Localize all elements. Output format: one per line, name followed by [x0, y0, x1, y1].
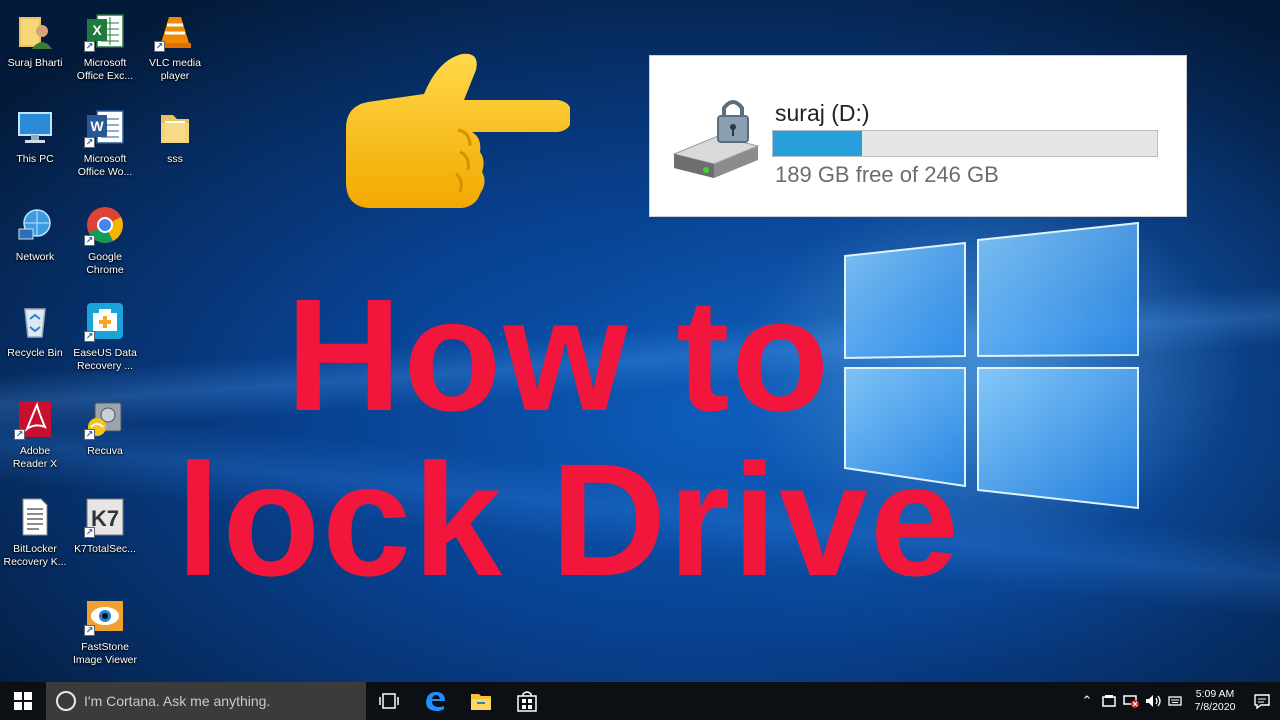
desktop-icon-easeus[interactable]: ↗ EaseUS Data Recovery ... — [69, 298, 141, 388]
chrome-icon: ↗ — [82, 202, 128, 248]
shortcut-arrow-icon: ↗ — [84, 625, 95, 636]
desktop-icon-excel[interactable]: X ↗ Microsoft Office Exc... — [69, 8, 141, 98]
desktop-icon-this-pc[interactable]: This PC — [0, 104, 71, 194]
desktop-icon-label: EaseUS Data Recovery ... — [73, 347, 137, 372]
desktop-icon-label: Adobe Reader X — [12, 445, 58, 470]
folder-icon — [152, 104, 198, 150]
tray-app-icon — [1102, 695, 1116, 707]
drive-info-panel[interactable]: suraj (D:) 189 GB free of 246 GB — [649, 55, 1187, 217]
svg-text:W: W — [90, 118, 104, 134]
pointing-hand-icon — [346, 53, 570, 208]
easeus-icon: ↗ — [82, 298, 128, 344]
desktop-icon-label: K7TotalSec... — [74, 543, 136, 555]
vlc-icon: ↗ — [152, 8, 198, 54]
shortcut-arrow-icon: ↗ — [84, 429, 95, 440]
desktop-icon-label: Microsoft Office Wo... — [77, 153, 133, 178]
desktop-icon-faststone[interactable]: ↗ FastStone Image Viewer — [69, 592, 141, 682]
windows-start-icon — [14, 692, 32, 710]
desktop-icon-chrome[interactable]: ↗ Google Chrome — [69, 202, 141, 292]
drive-free-space: 189 GB free of 246 GB — [775, 162, 999, 187]
store-icon — [517, 691, 537, 712]
shortcut-arrow-icon: ↗ — [84, 527, 95, 538]
shortcut-arrow-icon: ↗ — [14, 429, 25, 440]
desktop-icon-adobe-reader[interactable]: ↗ Adobe Reader X — [0, 396, 71, 486]
shortcut-arrow-icon: ↗ — [154, 41, 165, 52]
desktop-icon-label: Google Chrome — [86, 251, 124, 276]
desktop-icon-label: Microsoft Office Exc... — [76, 57, 134, 82]
language-button[interactable] — [1164, 682, 1186, 720]
action-center-button[interactable] — [1244, 682, 1280, 720]
task-view-button[interactable] — [366, 682, 412, 720]
desktop-icon-label: Recuva — [87, 445, 123, 457]
keyboard-icon — [1168, 696, 1182, 706]
desktop-icon-label: Recycle Bin — [7, 347, 63, 359]
text-document-icon — [12, 494, 58, 540]
desktop-icon-vlc[interactable]: ↗ VLC media player — [139, 8, 211, 98]
locked-drive-icon — [672, 100, 760, 178]
desktop-icon-label: VLC media player — [149, 57, 201, 82]
headline-line-1: How to — [286, 265, 832, 444]
k7-icon: K7 ↗ — [82, 494, 128, 540]
desktop-icon-label: sss — [167, 153, 183, 165]
start-button[interactable] — [0, 682, 46, 720]
cortana-search-box[interactable]: I'm Cortana. Ask me anything. — [46, 682, 366, 720]
desktop-icon-label: BitLocker Recovery K... — [3, 543, 67, 568]
clock-time: 5:09 AM — [1195, 688, 1235, 700]
desktop-icon-label: This PC — [16, 153, 54, 165]
volume-button[interactable] — [1142, 682, 1164, 720]
clock-date: 7/8/2020 — [1194, 701, 1236, 713]
network-status-button[interactable] — [1120, 682, 1142, 720]
desktop-icon-sss-folder[interactable]: sss — [139, 104, 211, 194]
cortana-icon — [56, 691, 76, 711]
edge-icon — [426, 692, 445, 711]
store-taskbar-button[interactable] — [504, 682, 550, 720]
desktop: Suraj Bharti This PC Network Recycle Bin… — [0, 0, 1280, 682]
adobe-reader-icon: ↗ — [12, 396, 58, 442]
faststone-icon: ↗ — [82, 592, 128, 638]
show-hidden-icons-button[interactable]: ⌃ — [1076, 682, 1098, 720]
cortana-search-placeholder: I'm Cortana. Ask me anything. — [84, 693, 271, 709]
speaker-icon — [1146, 695, 1161, 707]
desktop-icon-bitlocker-key[interactable]: BitLocker Recovery K... — [0, 494, 71, 584]
shortcut-arrow-icon: ↗ — [84, 331, 95, 342]
this-pc-icon — [12, 104, 58, 150]
desktop-icon-label: Network — [15, 251, 55, 263]
system-tray: ⌃ 5:09 AM 7/8/2020 — [1076, 682, 1280, 720]
taskbar-clock[interactable]: 5:09 AM 7/8/2020 — [1186, 688, 1244, 714]
desktop-icon-label: Suraj Bharti — [7, 57, 63, 69]
desktop-icon-recycle-bin[interactable]: Recycle Bin — [0, 298, 71, 388]
network-icon — [12, 202, 58, 248]
desktop-icon-k7[interactable]: K7 ↗ K7TotalSec... — [69, 494, 141, 584]
desktop-icon-network[interactable]: Network — [0, 202, 71, 292]
desktop-icon-label: FastStone Image Viewer — [72, 641, 137, 666]
headline-line-2: lock Drive — [176, 430, 961, 609]
network-disconnected-icon — [1123, 695, 1139, 708]
svg-text:X: X — [92, 22, 102, 38]
action-center-icon — [1254, 694, 1270, 709]
drive-usage-bar — [772, 130, 1158, 157]
drive-name: suraj (D:) — [775, 100, 870, 126]
excel-icon: X ↗ — [82, 8, 128, 54]
word-icon: W ↗ — [82, 104, 128, 150]
desktop-icon-word[interactable]: W ↗ Microsoft Office Wo... — [69, 104, 141, 194]
drive-usage-fill — [773, 131, 863, 156]
taskbar: I'm Cortana. Ask me anything. ⌃ 5:09 AM … — [0, 682, 1280, 720]
recycle-bin-icon — [12, 298, 58, 344]
desktop-icon-user-folder[interactable]: Suraj Bharti — [0, 8, 71, 98]
chevron-up-icon: ⌃ — [1081, 693, 1093, 708]
shortcut-arrow-icon: ↗ — [84, 137, 95, 148]
edge-taskbar-button[interactable] — [412, 682, 458, 720]
file-explorer-icon — [471, 694, 491, 710]
task-view-icon — [379, 693, 399, 709]
desktop-icon-recuva[interactable]: ↗ Recuva — [69, 396, 141, 486]
shortcut-arrow-icon: ↗ — [84, 41, 95, 52]
recuva-icon: ↗ — [82, 396, 128, 442]
file-explorer-taskbar-button[interactable] — [458, 682, 504, 720]
user-folder-icon — [12, 8, 58, 54]
shortcut-arrow-icon: ↗ — [84, 235, 95, 246]
tray-app-button[interactable] — [1098, 682, 1120, 720]
svg-text:K7: K7 — [91, 506, 119, 531]
